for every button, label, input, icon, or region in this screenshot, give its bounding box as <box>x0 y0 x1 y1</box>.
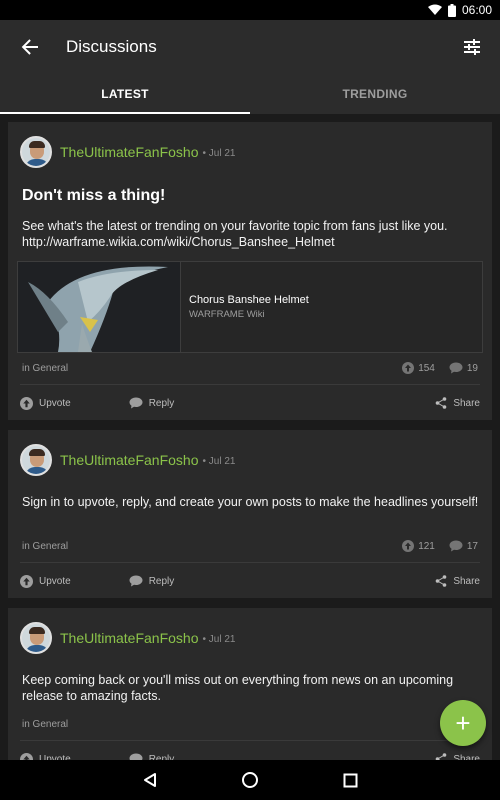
upvote-count: 154 <box>402 362 435 374</box>
post-date: • Jul 21 <box>202 147 236 159</box>
reply-count: 19 <box>449 362 478 374</box>
share-icon <box>436 575 447 587</box>
reply-button[interactable]: Reply <box>129 397 174 409</box>
post-card[interactable]: TheUltimateFanFosho • Jul 21 Keep coming… <box>8 608 492 760</box>
upvote-button[interactable]: Upvote <box>20 752 71 760</box>
post-body[interactable]: See what's the latest or trending on you… <box>22 218 484 250</box>
reply-count: 17 <box>449 540 478 552</box>
app-bar: Discussions <box>0 20 500 74</box>
tab-latest[interactable]: LATEST <box>0 74 250 114</box>
comment-icon <box>449 540 463 552</box>
new-post-button[interactable]: + <box>440 700 486 746</box>
post-meta: in General 154 19 <box>22 360 478 376</box>
link-site: WARFRAME Wiki <box>189 309 265 320</box>
circle-home-icon <box>242 772 258 788</box>
action-row: Upvote Reply Share <box>20 749 480 760</box>
status-bar: 06:00 <box>0 0 500 20</box>
divider <box>20 384 480 385</box>
nav-home-button[interactable] <box>230 760 270 800</box>
arrow-back-icon <box>21 39 38 55</box>
post-date: • Jul 21 <box>202 455 236 467</box>
comment-icon <box>449 362 463 374</box>
post-body[interactable]: Keep coming back or you'll miss out on e… <box>22 672 484 704</box>
reply-icon <box>129 397 143 409</box>
reply-button[interactable]: Reply <box>129 575 174 587</box>
post-author-row: TheUltimateFanFosho • Jul 21 <box>20 622 235 654</box>
upvote-icon <box>20 396 33 410</box>
reply-icon <box>129 753 143 760</box>
avatar[interactable] <box>20 622 52 654</box>
upvote-icon <box>20 574 33 588</box>
post-category[interactable]: in General <box>22 363 68 374</box>
share-button[interactable]: Share <box>435 397 480 409</box>
upvote-icon <box>20 752 33 760</box>
link-preview[interactable]: Chorus Banshee Helmet WARFRAME Wiki <box>17 261 483 353</box>
upvote-circle-icon <box>402 362 415 374</box>
nav-recents-button[interactable] <box>330 760 370 800</box>
action-row: Upvote Reply Share <box>20 393 480 413</box>
upvote-circle-icon <box>402 540 415 552</box>
square-recents-icon <box>343 773 357 787</box>
tab-trending[interactable]: TRENDING <box>250 74 500 114</box>
avatar[interactable] <box>20 444 52 476</box>
divider <box>20 740 480 741</box>
system-nav-bar <box>0 760 500 800</box>
post-category[interactable]: in General <box>22 541 68 552</box>
upvote-count: 121 <box>402 540 435 552</box>
author-name[interactable]: TheUltimateFanFosho <box>60 452 199 468</box>
back-button[interactable] <box>2 20 58 74</box>
reply-icon <box>129 575 143 587</box>
post-title[interactable]: Don't miss a thing! <box>22 187 165 205</box>
nav-back-button[interactable] <box>130 760 170 800</box>
plus-icon: + <box>455 708 471 738</box>
post-body[interactable]: Sign in to upvote, reply, and create you… <box>22 494 484 510</box>
page-title: Discussions <box>66 37 157 56</box>
reply-button[interactable]: Reply <box>129 753 174 760</box>
filter-button[interactable] <box>444 20 500 74</box>
tab-bar: LATEST TRENDING <box>0 74 500 114</box>
status-time: 06:00 <box>461 3 492 17</box>
divider <box>20 562 480 563</box>
author-name[interactable]: TheUltimateFanFosho <box>60 144 199 160</box>
share-icon <box>436 397 447 409</box>
tune-icon <box>464 39 480 55</box>
post-meta: in General 121 17 <box>22 538 478 554</box>
post-card[interactable]: TheUltimateFanFosho • Jul 21 Sign in to … <box>8 430 492 598</box>
post-author-row: TheUltimateFanFosho • Jul 21 <box>20 136 235 168</box>
action-row: Upvote Reply Share <box>20 571 480 591</box>
discussion-feed[interactable]: TheUltimateFanFosho • Jul 21 Don't miss … <box>0 114 500 760</box>
post-category[interactable]: in General <box>22 719 68 730</box>
wifi-icon <box>427 4 442 16</box>
share-icon <box>436 753 447 760</box>
share-button[interactable]: Share <box>435 575 480 587</box>
upvote-button[interactable]: Upvote <box>20 574 71 588</box>
upvote-button[interactable]: Upvote <box>20 396 71 410</box>
link-thumbnail <box>18 262 181 352</box>
post-date: • Jul 21 <box>202 633 236 645</box>
avatar[interactable] <box>20 136 52 168</box>
share-button[interactable]: Share <box>435 753 480 760</box>
link-title: Chorus Banshee Helmet <box>189 294 309 306</box>
post-meta: in General 84 <box>22 716 478 732</box>
battery-icon <box>447 3 456 17</box>
author-name[interactable]: TheUltimateFanFosho <box>60 630 199 646</box>
post-author-row: TheUltimateFanFosho • Jul 21 <box>20 444 235 476</box>
triangle-back-icon <box>144 773 156 787</box>
post-card[interactable]: TheUltimateFanFosho • Jul 21 Don't miss … <box>8 122 492 420</box>
